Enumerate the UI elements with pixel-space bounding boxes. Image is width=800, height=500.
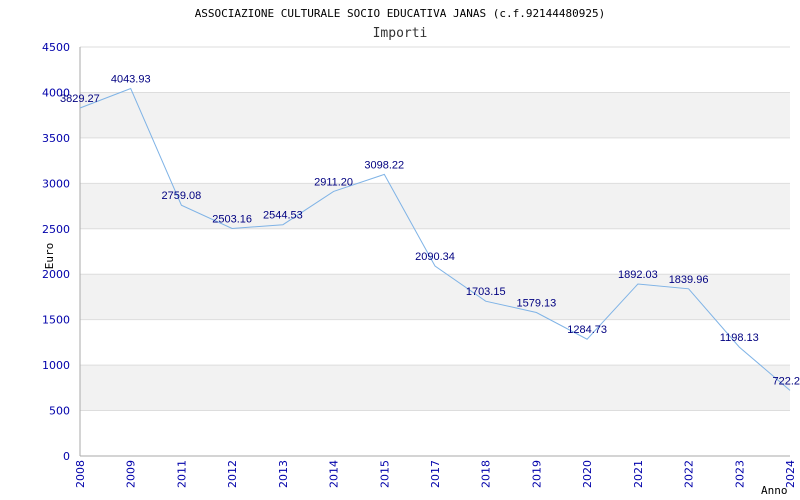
chart: ASSOCIAZIONE CULTURALE SOCIO EDUCATIVA J… bbox=[42, 7, 800, 497]
data-label: 3098.22 bbox=[364, 159, 404, 171]
chart-title: ASSOCIAZIONE CULTURALE SOCIO EDUCATIVA J… bbox=[195, 7, 606, 20]
y-tick-label: 1500 bbox=[42, 314, 70, 327]
data-label: 1839.96 bbox=[669, 274, 709, 286]
y-tick-label: 3000 bbox=[42, 177, 70, 190]
x-tick-label: 2021 bbox=[632, 460, 645, 488]
data-label: 3829.27 bbox=[60, 93, 100, 105]
y-tick-label: 3500 bbox=[42, 132, 70, 145]
y-tick-label: 2500 bbox=[42, 223, 70, 236]
x-tick-label: 2008 bbox=[74, 460, 87, 488]
y-axis-label: Euro bbox=[43, 243, 56, 270]
data-label: 4043.93 bbox=[111, 73, 151, 85]
y-tick-label: 4500 bbox=[42, 41, 70, 54]
x-tick-label: 2022 bbox=[683, 460, 696, 488]
data-label: 1284.73 bbox=[567, 324, 607, 336]
data-label: 2503.16 bbox=[212, 213, 252, 225]
y-tick-label: 1000 bbox=[42, 359, 70, 372]
data-label: 1703.15 bbox=[466, 286, 506, 298]
x-tick-label: 2017 bbox=[429, 460, 442, 488]
background-band bbox=[80, 92, 790, 138]
data-label: 2090.34 bbox=[415, 251, 455, 263]
y-tick-label: 0 bbox=[63, 450, 70, 463]
data-label: 1198.13 bbox=[720, 332, 759, 344]
data-label: 1892.03 bbox=[618, 269, 658, 281]
x-tick-labels: 2008 2009 2011 2012 2013 2014 2015 2017 2018 2019… bbox=[74, 460, 797, 488]
data-label: 2544.53 bbox=[263, 210, 303, 222]
x-tick-label: 2009 bbox=[125, 460, 138, 488]
data-label: 2911.20 bbox=[314, 176, 353, 188]
x-tick-label: 2014 bbox=[328, 460, 341, 488]
x-tick-label: 2012 bbox=[226, 460, 239, 488]
y-tick-label: 500 bbox=[49, 405, 70, 418]
background-band bbox=[80, 365, 790, 411]
data-label: 1579.13 bbox=[517, 297, 557, 309]
x-tick-label: 2019 bbox=[530, 460, 543, 488]
x-tick-label: 2018 bbox=[480, 460, 493, 488]
x-axis-label: Anno bbox=[761, 484, 788, 497]
chart-subtitle: Importi bbox=[373, 26, 428, 41]
x-tick-label: 2023 bbox=[733, 460, 746, 488]
data-label: 2759.08 bbox=[162, 190, 202, 202]
x-tick-label: 2015 bbox=[378, 460, 391, 488]
x-tick-label: 2020 bbox=[581, 460, 594, 488]
x-tick-label: 2013 bbox=[277, 460, 290, 488]
data-label: 722.2 bbox=[772, 375, 800, 387]
x-tick-label: 2011 bbox=[175, 460, 188, 488]
